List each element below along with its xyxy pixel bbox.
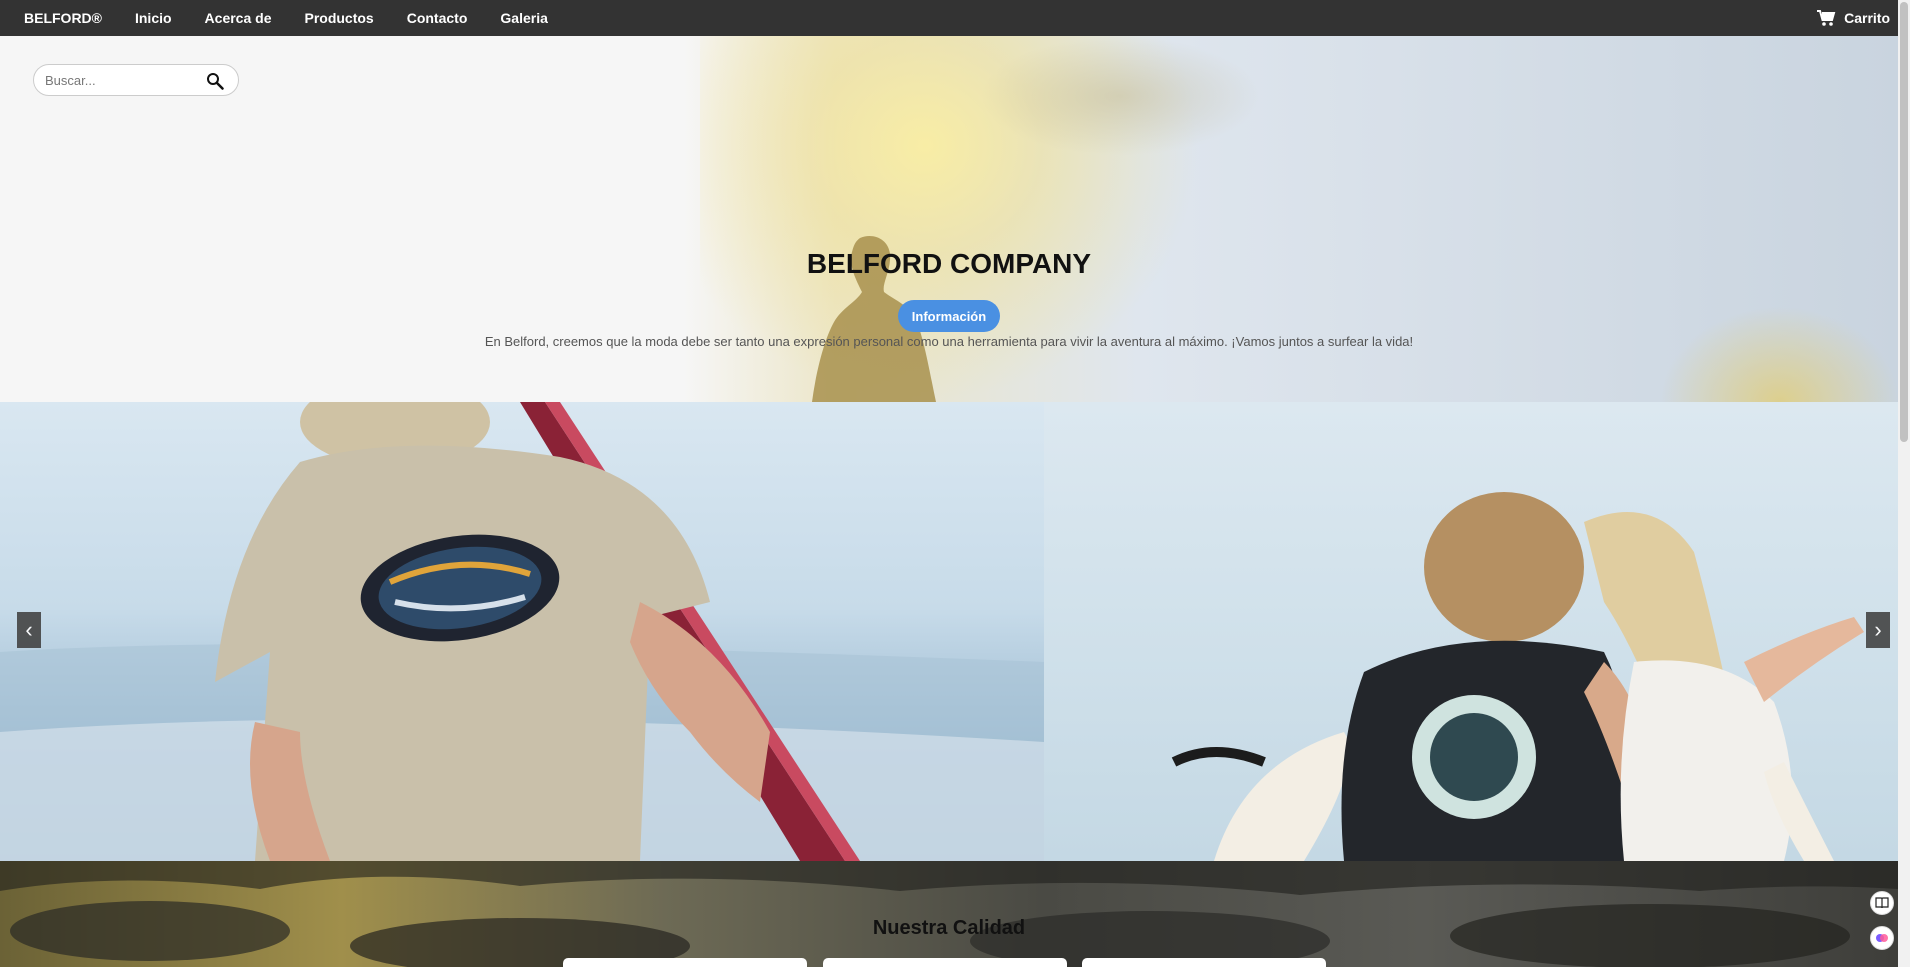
search-input[interactable] bbox=[43, 71, 197, 89]
scrollbar-thumb[interactable] bbox=[1900, 2, 1908, 442]
image-carousel: ‹ › bbox=[0, 402, 1898, 861]
top-navbar: BELFORD® Inicio Acerca de Productos Cont… bbox=[0, 0, 1898, 36]
nav-link-inicio[interactable]: Inicio bbox=[135, 10, 172, 26]
hero-cloud bbox=[980, 36, 1260, 156]
hero-grass bbox=[1660, 306, 1898, 402]
quality-card bbox=[563, 958, 807, 967]
info-button[interactable]: Información bbox=[898, 300, 1000, 332]
hero-title: BELFORD COMPANY bbox=[806, 248, 1092, 279]
hero-description: En Belford, creemos que la moda debe ser… bbox=[484, 334, 1414, 349]
cart-icon bbox=[1817, 10, 1836, 26]
quality-title: Nuestra Calidad bbox=[872, 917, 1026, 939]
hero-section: BELFORD COMPANY Información En Belford, … bbox=[0, 36, 1898, 402]
carousel-next-button[interactable]: › bbox=[1866, 612, 1890, 648]
nav-link-productos[interactable]: Productos bbox=[304, 10, 373, 26]
search-icon[interactable] bbox=[206, 72, 224, 90]
nav-link-acerca[interactable]: Acerca de bbox=[205, 10, 272, 26]
carousel-slide-surfer-board bbox=[0, 402, 1044, 861]
reader-widget-button[interactable] bbox=[1870, 891, 1894, 915]
page-scrollbar[interactable] bbox=[1898, 0, 1910, 967]
quality-section: Nuestra Calidad bbox=[0, 861, 1898, 967]
carousel-prev-button[interactable]: ‹ bbox=[17, 612, 41, 648]
nav-link-galeria[interactable]: Galeria bbox=[500, 10, 547, 26]
carousel-slide-couple bbox=[1044, 402, 1898, 861]
quality-card bbox=[823, 958, 1067, 967]
search-bar bbox=[33, 64, 239, 96]
assistant-widget-button[interactable] bbox=[1870, 926, 1894, 950]
cart-button[interactable]: Carrito bbox=[1816, 0, 1890, 36]
quality-card bbox=[1082, 958, 1326, 967]
quality-background-rocks bbox=[0, 861, 1898, 967]
brand-logo[interactable]: BELFORD® bbox=[24, 10, 102, 26]
nav-link-contacto[interactable]: Contacto bbox=[407, 10, 468, 26]
cart-label: Carrito bbox=[1844, 10, 1890, 26]
sparkle-icon bbox=[1876, 934, 1888, 942]
book-icon bbox=[1875, 897, 1889, 909]
